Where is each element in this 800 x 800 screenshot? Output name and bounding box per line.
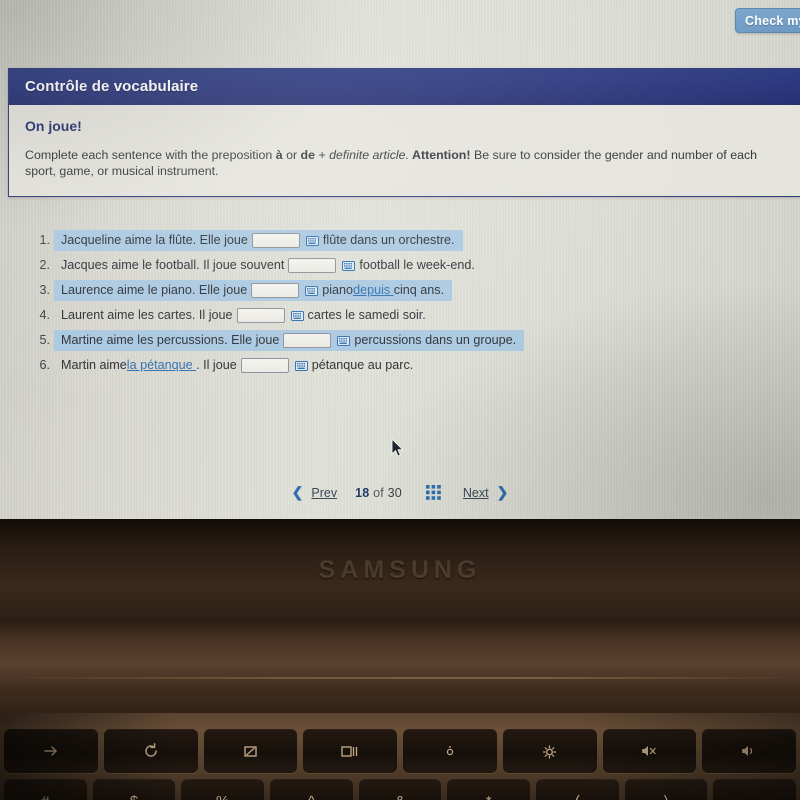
laptop-hinge [0, 619, 800, 719]
answer-input-4[interactable] [236, 307, 285, 323]
instructions-part-1: Complete each sentence with the preposit… [25, 148, 276, 162]
key-asterisk[interactable]: * [447, 779, 531, 800]
window-overview-key[interactable] [303, 729, 397, 773]
key-paren-open[interactable]: ( [536, 779, 619, 800]
question-text-after-2: football le week-end. [359, 258, 475, 272]
question-link-depuis[interactable]: depuis [353, 283, 394, 297]
question-text-after-4: cartes le samedi soir. [307, 308, 426, 322]
reload-key[interactable] [103, 729, 198, 773]
instructions-part-2: or [282, 148, 301, 162]
brightness-up-key[interactable] [502, 729, 597, 773]
question-number-6: 6. [39, 358, 50, 372]
of-label: of [373, 485, 384, 500]
instructions-italic-definite-article: definite article. [329, 148, 410, 162]
laptop-screen: Check my Contrôle de vocabulaire On joue… [0, 0, 800, 519]
question-band-5: Martine aime les percussions. Elle joue … [54, 329, 525, 351]
key-percent[interactable]: % [181, 779, 265, 800]
laptop-keyboard: # $ % ^ & * ( ) − [0, 713, 800, 800]
card-header-title: Contrôle de vocabulaire [25, 78, 199, 95]
mute-key[interactable] [602, 729, 697, 773]
question-row-3: 3. Laurence aime le piano. Elle joue pia… [0, 278, 800, 302]
question-row-4: 4. Laurent aime les cartes. Il joue cart… [0, 303, 800, 327]
question-band-1: Jacqueline aime la flûte. Elle joue flût… [54, 229, 463, 251]
answer-input-1[interactable] [251, 232, 300, 248]
volume-down-key[interactable] [702, 729, 796, 773]
keyboard-icon[interactable] [305, 285, 319, 296]
pagination-nav: ❮ Prev 18 of 30 Next ❯ [0, 484, 800, 501]
key-caret[interactable]: ^ [270, 779, 353, 800]
question-number-2: 2. [39, 258, 50, 272]
instructions-bold-attention: Attention! [409, 148, 471, 162]
question-band-4: Laurent aime les cartes. Il joue cartes … [54, 305, 434, 326]
instructions-part-3: + [315, 148, 330, 162]
chevron-right-icon[interactable]: ❯ [497, 484, 509, 501]
page-counter: 18 of 30 [355, 486, 402, 500]
instructions-text: Complete each sentence with the preposit… [25, 147, 784, 180]
key-ampersand[interactable]: & [358, 779, 442, 800]
key-paren-close[interactable]: ) [624, 779, 708, 800]
activity-title: On joue! [25, 118, 82, 134]
forward-key[interactable] [4, 729, 98, 773]
check-my-work-button[interactable]: Check my [735, 8, 800, 33]
activity-card: Contrôle de vocabulaire On joue! Complet… [8, 68, 800, 197]
current-page: 18 [355, 485, 370, 500]
question-number-5: 5. [39, 333, 50, 347]
answer-input-3[interactable] [251, 282, 300, 298]
question-text-before-1: Jacqueline aime la flûte. Elle joue [61, 233, 248, 247]
keyboard-icon[interactable] [305, 235, 319, 246]
chevron-left-icon[interactable]: ❮ [292, 484, 304, 501]
question-text-before-5: Martine aime les percussions. Elle joue [61, 333, 280, 347]
question-text-before-4: Laurent aime les cartes. Il joue [61, 308, 233, 322]
question-number-4: 4. [39, 308, 50, 322]
question-text-before-pre-6: Martin aime [61, 358, 127, 372]
question-link-la-petanque[interactable]: la pétanque [127, 358, 196, 372]
question-list: 1. Jacqueline aime la flûte. Elle joue f… [0, 228, 800, 378]
next-button[interactable]: Next [463, 486, 489, 500]
brightness-down-key[interactable] [403, 729, 497, 773]
question-text-before-2: Jacques aime le football. Il joue souven… [61, 258, 285, 272]
question-band-3: Laurence aime le piano. Elle joue piano … [54, 279, 453, 301]
question-number-3: 3. [39, 283, 50, 297]
keyboard-icon[interactable] [294, 360, 308, 371]
number-key-row: # $ % ^ & * ( ) − [0, 779, 800, 800]
answer-input-2[interactable] [288, 257, 337, 273]
question-number-1: 1. [39, 233, 50, 247]
answer-input-6[interactable] [240, 357, 289, 373]
instructions-bold-a: à [275, 148, 283, 162]
instructions-bold-de: de [300, 148, 315, 162]
keyboard-icon[interactable] [290, 310, 304, 321]
key-minus[interactable]: − [713, 779, 797, 800]
prev-button[interactable]: Prev [311, 486, 337, 500]
function-key-row [0, 729, 800, 773]
question-text-after-6: pétanque au parc. [311, 358, 414, 372]
question-text-before-post-6: . Il joue [196, 358, 237, 372]
question-row-1: 1. Jacqueline aime la flûte. Elle joue f… [0, 228, 800, 252]
question-row-5: 5. Martine aime les percussions. Elle jo… [0, 328, 800, 352]
check-my-work-label: Check my [745, 13, 800, 28]
keyboard-icon[interactable] [342, 260, 356, 271]
answer-input-5[interactable] [283, 332, 332, 348]
fullscreen-key[interactable] [203, 729, 298, 773]
question-row-2: 2. Jacques aime le football. Il joue sou… [0, 253, 800, 277]
key-dollar[interactable]: $ [92, 779, 176, 800]
question-text-after-5: percussions dans un groupe. [354, 333, 517, 347]
grid-view-icon[interactable] [425, 485, 441, 500]
question-row-6: 6. Martin aime la pétanque . Il joue pét… [0, 353, 800, 377]
question-band-2: Jacques aime le football. Il joue souven… [54, 255, 483, 276]
mouse-pointer [391, 437, 404, 458]
laptop-photo: Check my Contrôle de vocabulaire On joue… [0, 0, 800, 800]
card-header: Contrôle de vocabulaire [9, 69, 800, 105]
card-body: On joue! Complete each sentence with the… [9, 105, 800, 196]
key-hash[interactable]: # [4, 779, 87, 800]
question-band-6: Martin aime la pétanque . Il joue pétanq… [54, 355, 421, 376]
question-text-after-pre-3: piano [322, 283, 354, 297]
question-text-before-3: Laurence aime le piano. Elle joue [61, 283, 248, 297]
question-text-after-post-3: cinq ans. [393, 283, 445, 297]
keyboard-icon[interactable] [337, 335, 351, 346]
total-pages: 30 [387, 485, 402, 500]
brand-logo: SAMSUNG [318, 556, 482, 584]
question-text-after-1: flûte dans un orchestre. [322, 233, 455, 247]
